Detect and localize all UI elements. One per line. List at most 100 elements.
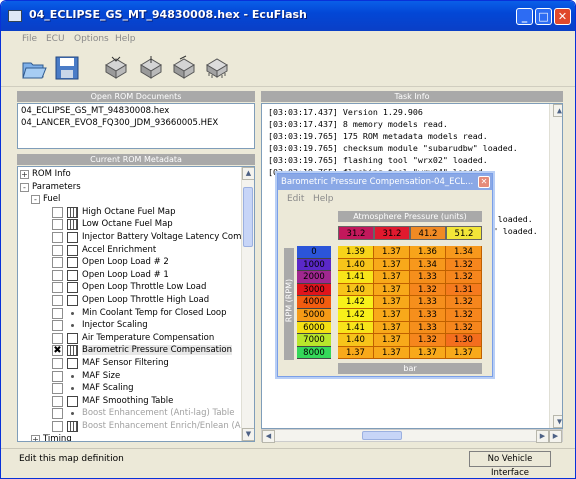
tree-item[interactable]: - Fuel [18,194,240,206]
rom-document-item[interactable]: 04_LANCER_EVO8_FQ300_JDM_93660005.HEX [21,118,218,128]
x-axis-cell[interactable]: 51.2 [446,226,482,240]
table-cell[interactable]: 1.39 [338,246,374,259]
table-cell[interactable]: 1.41 [338,321,374,335]
scroll-up-icon[interactable]: ▲ [553,104,562,117]
y-axis-cell[interactable]: 6000 [297,321,331,335]
table-cell[interactable]: 1.32 [410,283,446,297]
chip-test-icon[interactable] [170,55,196,81]
tree-item[interactable]: Injector Battery Voltage Latency Com... [18,232,249,244]
table-cell[interactable]: 1.40 [338,334,374,347]
close-icon[interactable]: ✕ [478,176,490,188]
table-cell[interactable]: 1.37 [374,334,410,347]
y-axis-cell[interactable]: 7000 [297,334,331,347]
minimize-button[interactable]: _ [516,8,533,25]
collapse-icon[interactable]: - [31,195,40,205]
table-cell[interactable]: 1.33 [410,321,446,335]
chip-read-icon[interactable] [102,55,128,81]
y-axis-cell[interactable]: 3000 [297,283,331,297]
x-axis-cell[interactable]: 31.2 [338,226,374,240]
tree-item[interactable]: Boost Enhancement Enrich/Enlean (An... [18,421,254,433]
y-axis-cell[interactable]: 8000 [297,346,331,360]
scroll-right-icon[interactable]: ▶ [536,430,549,443]
table-cell[interactable]: 1.34 [446,246,482,259]
table-cell[interactable]: 1.32 [446,271,482,284]
tree-item[interactable]: Injector Scaling [18,320,240,332]
tree-item[interactable]: Open Loop Load # 1 [18,269,240,282]
y-axis-cell[interactable]: 1000 [297,258,331,272]
tree-item[interactable]: Low Octane Fuel Map [18,219,240,231]
tree-item[interactable]: Accel Enrichment [18,244,240,257]
tree-item-checkbox[interactable] [52,358,63,369]
collapse-icon[interactable]: - [20,182,29,192]
maximize-button[interactable]: □ [535,8,552,25]
table-cell[interactable]: 1.41 [338,271,374,284]
table-cell[interactable]: 1.32 [410,334,446,347]
scroll-down-icon[interactable]: ▼ [242,428,254,441]
menu-ecu[interactable]: ECU [46,34,65,44]
table-cell[interactable]: 1.36 [410,246,446,259]
table-cell[interactable]: 1.37 [374,321,410,335]
menu-options[interactable]: Options [74,34,109,44]
table-cell[interactable]: 1.31 [446,283,482,297]
table-cell[interactable]: 1.37 [410,346,446,360]
scroll-up-icon[interactable]: ▲ [242,167,254,180]
tree-item-checkbox[interactable] [52,269,63,281]
vehicle-interface-status[interactable]: No Vehicle Interface [469,451,551,478]
tree-item-checkbox[interactable] [52,232,63,243]
table-window-title[interactable]: Barometric Pressure Compensation-04_ECL.… [278,174,492,190]
tree-item[interactable]: Min Coolant Temp for Closed Loop [18,307,240,320]
tree-item[interactable]: Open Loop Load # 2 [18,257,240,269]
x-axis-cell[interactable]: 31.2 [374,226,410,240]
scroll-thumb[interactable] [243,187,253,247]
tree-item[interactable]: MAF Scaling [18,383,240,395]
tree-item[interactable]: ✖ Barometric Pressure Compensation [18,345,240,357]
menu-file[interactable]: File [22,34,37,44]
tree-item[interactable]: Boost Enhancement (Anti-lag) Table [18,408,240,420]
tree-item-checkbox[interactable] [52,257,63,269]
tree-item-checkbox[interactable] [52,370,63,382]
menu-edit[interactable]: Edit [287,194,304,204]
tree-item[interactable]: Open Loop Throttle High Load [18,295,240,307]
table-cell[interactable]: 1.37 [374,296,410,309]
table-cell[interactable]: 1.37 [374,271,410,284]
tree-scrollbar[interactable]: ▲ ▼ [241,167,254,441]
scroll-left-icon[interactable]: ◀ [262,430,275,443]
menu-help[interactable]: Help [313,194,334,204]
y-axis-cell[interactable]: 0 [297,246,331,259]
log-horizontal-scrollbar[interactable]: ◀ ▶ ▶ [261,429,563,443]
open-folder-icon[interactable] [21,55,47,81]
tree-item[interactable]: Open Loop Throttle Low Load [18,282,240,294]
chip-write-icon[interactable] [137,55,163,81]
tree-item-checkbox[interactable] [52,395,63,407]
tree-item[interactable]: MAF Smoothing Table [18,395,240,408]
tree-item[interactable]: + ROM Info [18,169,240,181]
table-cell[interactable]: 1.30 [446,334,482,347]
expand-icon[interactable]: + [31,434,40,441]
table-cell[interactable]: 1.37 [374,283,410,297]
y-axis-cell[interactable]: 4000 [297,296,331,309]
tree-item-checkbox[interactable] [52,383,63,395]
tree-item[interactable]: High Octane Fuel Map [18,206,240,219]
tree-item-checkbox[interactable] [52,320,63,332]
tree-item[interactable]: - Parameters [18,182,240,194]
x-axis-cell[interactable]: 41.2 [410,226,446,240]
tree-item-checkbox[interactable] [52,219,63,231]
scroll-right-icon[interactable]: ▶ [549,430,562,443]
save-icon[interactable] [54,55,80,81]
table-cell[interactable]: 1.37 [374,246,410,259]
scroll-thumb[interactable] [362,431,402,440]
table-cell[interactable]: 1.42 [338,309,374,322]
table-cell[interactable]: 1.33 [410,296,446,309]
tree-item-checkbox[interactable] [52,244,63,256]
table-cell[interactable]: 1.40 [338,258,374,272]
y-axis-cell[interactable]: 2000 [297,271,331,284]
table-cell[interactable]: 1.33 [410,271,446,284]
scroll-down-icon[interactable]: ▼ [553,415,562,428]
log-scrollbar[interactable]: ▲ ▼ [549,104,562,428]
table-cell[interactable]: 1.37 [338,346,374,360]
rom-document-item[interactable]: 04_ECLIPSE_GS_MT_94830008.hex [21,106,169,116]
table-cell[interactable]: 1.37 [374,309,410,322]
y-axis-cell[interactable]: 5000 [297,309,331,322]
tree-item-checkbox[interactable] [52,332,63,344]
tree-item-checkbox[interactable] [52,295,63,306]
